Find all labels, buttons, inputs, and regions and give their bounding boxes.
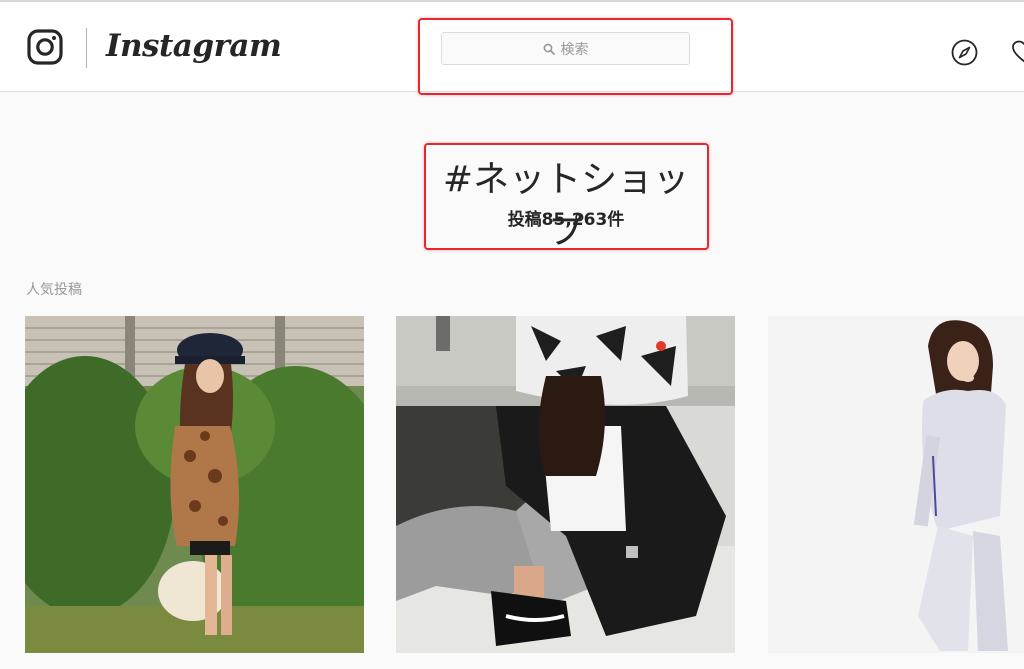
post-photo-2[interactable] xyxy=(396,316,735,653)
post-photo-1[interactable] xyxy=(25,316,364,653)
instagram-camera-icon[interactable] xyxy=(27,29,63,65)
annotation-box-search xyxy=(418,18,733,95)
instagram-hashtag-page: Instagram 検索 #ネットショップ 投稿85,263件 人気投稿 xyxy=(0,0,1024,669)
top-posts-label: 人気投稿 xyxy=(26,282,82,298)
compass-icon[interactable] xyxy=(951,39,978,66)
heart-icon[interactable] xyxy=(1012,40,1024,64)
post-photo-3[interactable] xyxy=(768,316,1024,653)
annotation-box-hashtag xyxy=(424,143,709,250)
logo-divider xyxy=(86,28,87,68)
instagram-wordmark[interactable]: Instagram xyxy=(106,28,282,64)
